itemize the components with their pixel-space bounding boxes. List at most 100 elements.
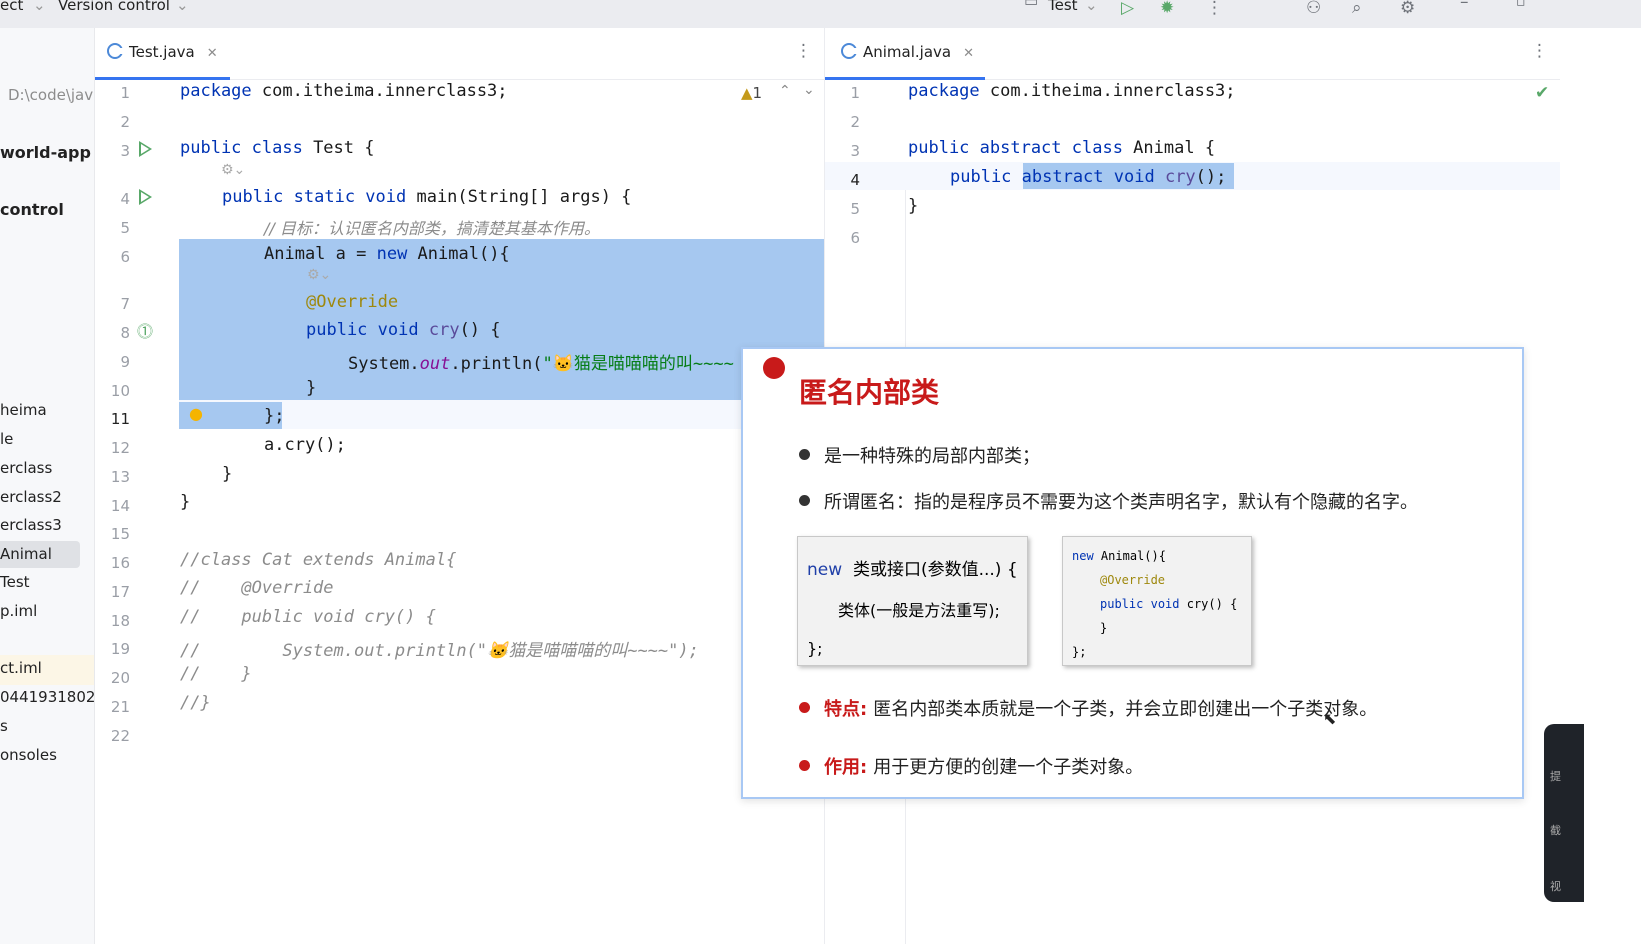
tree-item-project-iml[interactable]: ct.iml [0,659,42,677]
widget-label-1[interactable]: 提 [1550,768,1561,784]
maximize-icon[interactable]: ▫ [1516,0,1526,10]
line-number: 20 [110,669,130,687]
code-line-13: } [222,464,233,484]
code-line-12: a.cry(); [264,435,346,455]
bullet-2: 所谓匿名：指的是程序员不需要为这个类声明名字，默认有个隐藏的名字。 [799,488,1418,514]
line-number: 4 [850,171,860,189]
line-number: 13 [110,468,130,486]
code-line-7: @Override [306,292,399,312]
code-line-17: // @Override [180,578,334,598]
run-config-selector[interactable]: Test [1048,0,1078,14]
bullet-feature: 特点: 匿名内部类本质就是一个子类，并会立即创建出一个子类对象。 [799,695,1377,721]
tree-item-app-iml[interactable]: p.iml [0,602,37,620]
syntax-box: new 类或接口(参数值...) { 类体(一般是方法重写); }; [797,536,1028,666]
code-line-1: package com.itheima.innerclass3; [180,81,508,101]
code-line-5: // 目标：认识匿名内部类，搞清楚其基本作用。 [264,219,600,238]
code-line-6: Animal a = new Animal(){ [264,244,510,264]
line-number: 18 [110,612,130,630]
bullet-1: 是一种特殊的局部内部类； [799,442,1040,468]
line-number: 5 [120,219,130,237]
example-line-3: public void cry() { [1100,597,1238,611]
tree-item-libraries[interactable]: s [0,717,8,735]
tree-item-file[interactable]: 0441931802 [0,688,94,706]
more-icon[interactable]: ⋮ [1206,0,1223,18]
tree-item-control[interactable]: control [0,200,64,219]
example-box: new Animal(){ @Override public void cry(… [1062,536,1252,666]
line-number: 10 [110,382,130,400]
line-number: 6 [850,229,860,247]
tree-item-consoles[interactable]: onsoles [0,746,57,764]
tree-item-le[interactable]: le [0,430,13,448]
menu-project[interactable]: ect [0,0,23,14]
run-config-icon: ▭ [1024,0,1039,10]
checkmark-icon: ✔ [1535,83,1550,103]
prev-highlight-icon[interactable]: ⌃ [779,83,791,99]
syntax-line-2: 类体(一般是方法重写); [838,601,1000,620]
code-line-10: } [306,378,317,398]
syntax-line-3: }; [807,639,823,658]
settings-icon[interactable]: ⚙ [1400,0,1415,18]
tab-underline [95,77,230,80]
tree-item-innerclass3[interactable]: erclass3 [0,516,62,534]
slide-overlay: 匿名内部类 是一种特殊的局部内部类； 所谓匿名：指的是程序员不需要为这个类声明名… [741,347,1524,799]
slide-title: 匿名内部类 [799,376,940,409]
bullet-purpose: 作用: 用于更方便的创建一个子类对象。 [799,753,1143,779]
more-icon[interactable]: ⋮ [795,41,812,61]
line-number: 3 [850,142,860,160]
run-gutter-icon[interactable] [139,141,152,157]
widget-label-3[interactable]: 视 [1550,878,1561,894]
widget-label-2[interactable]: 截 [1550,822,1561,838]
line-number: 22 [110,727,130,745]
ai-hint-icon[interactable]: ⚙⌄ [307,267,331,283]
line-number: 14 [110,497,130,515]
line-number: 3 [120,142,130,160]
more-icon[interactable]: ⋮ [1531,41,1548,61]
tree-item-innerclass[interactable]: erclass [0,459,52,477]
tab-test-java-label: Test.java [129,43,195,61]
right-tab-bar: Animal.java ✕ ⋮ [825,28,1560,80]
tree-item-innerclass2[interactable]: erclass2 [0,488,62,506]
debug-icon[interactable]: ✹ [1160,0,1174,18]
code-line-9: System.out.println("🐱猫是喵喵喵的叫~~~~ [348,354,734,374]
code-line-8: public void cry() { [306,320,501,340]
run-icon[interactable]: ▷ [1121,0,1134,18]
example-line-2: @Override [1100,573,1166,587]
line-number: 7 [120,295,130,313]
add-user-icon[interactable]: ⚇ [1306,0,1321,18]
line-number: 4 [120,190,130,208]
line-number: 2 [850,113,860,131]
syntax-line-1: new 类或接口(参数值...) { [807,560,1018,580]
line-number: 11 [110,410,130,428]
line-number: 19 [110,640,130,658]
example-line-1: new Animal(){ [1072,549,1166,563]
tree-item-heima[interactable]: heima [0,401,47,419]
override-gutter-icon[interactable]: ⓵ [137,318,153,342]
project-sidebar: D:\code\jav world-app control heima le e… [0,28,95,944]
record-dot-icon [763,357,785,379]
tab-animal-java[interactable]: Animal.java ✕ [841,43,974,61]
mouse-cursor-icon: ⬉ [1323,709,1337,728]
tree-item-animal[interactable]: Animal [0,541,80,568]
search-icon[interactable]: ⌕ [1352,0,1362,18]
tree-item-world-app[interactable]: world-app [0,143,91,162]
tab-test-java[interactable]: Test.java ✕ [107,43,218,61]
line-number: 1 [120,84,130,102]
minimize-icon[interactable]: – [1460,0,1469,12]
warning-indicator[interactable]: ▲1 [741,84,762,102]
line-number: 12 [110,439,130,457]
next-highlight-icon[interactable]: ⌄ [803,82,815,98]
floating-tool-widget[interactable]: 提 截 视 [1544,724,1584,902]
code-line-16: //class Cat extends Animal{ [180,550,457,570]
run-gutter-icon[interactable] [139,189,152,205]
lightbulb-icon[interactable]: ● [189,404,203,423]
close-icon[interactable]: ✕ [963,46,974,61]
ai-hint-icon[interactable]: ⚙⌄ [221,162,245,178]
close-icon[interactable]: ✕ [207,46,218,61]
code-line-18: // public void cry() { [180,607,436,627]
tree-item-test[interactable]: Test [0,573,30,591]
code-line-5: } [908,196,919,216]
menu-version-control[interactable]: Version control [58,0,170,14]
code-line-20: // } [180,664,252,684]
left-tab-bar: Test.java ✕ ⋮ [95,28,824,80]
code-line-19: // System.out.println("🐱猫是喵喵喵的叫~~~~"); [180,641,699,661]
